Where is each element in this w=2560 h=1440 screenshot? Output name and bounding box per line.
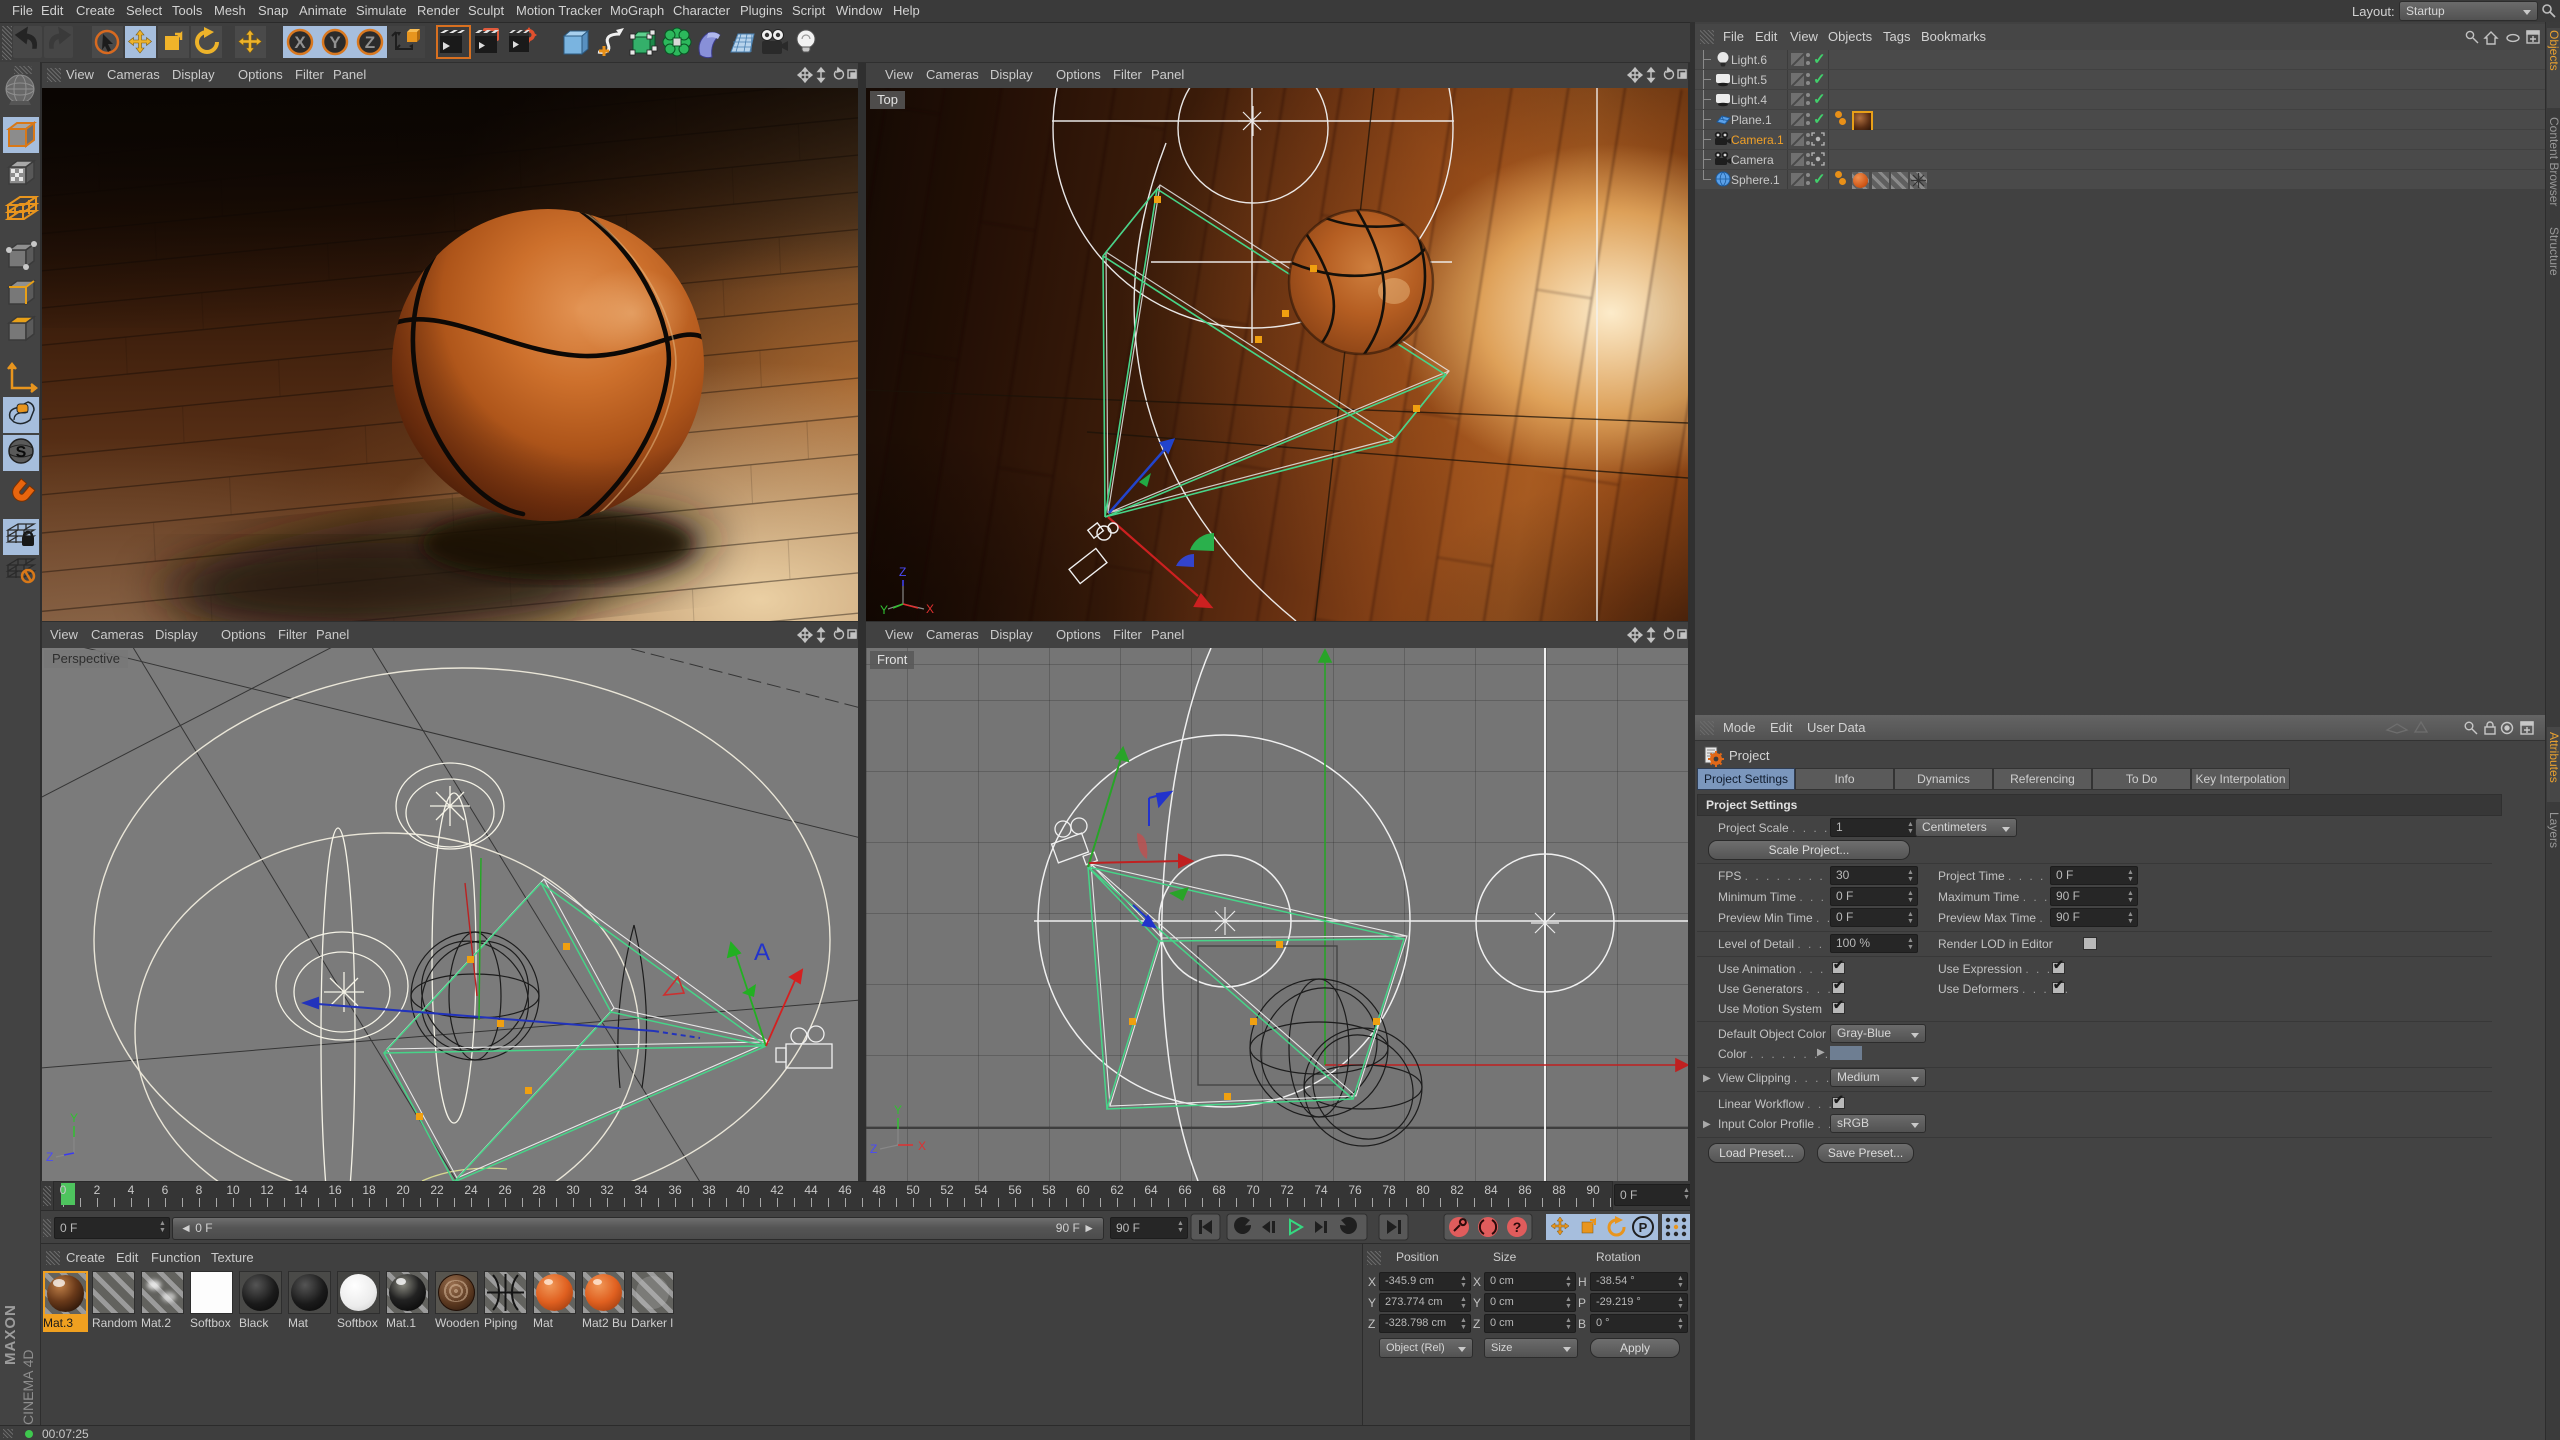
svg-text:S: S xyxy=(16,444,27,461)
svg-text:Z: Z xyxy=(46,1150,53,1164)
svg-text:Y: Y xyxy=(894,1103,902,1117)
svg-text:Z: Z xyxy=(365,33,375,52)
svg-text:X: X xyxy=(294,33,306,52)
svg-text:P: P xyxy=(1639,1220,1648,1235)
svg-text:Y: Y xyxy=(70,1111,78,1125)
svg-text:Z: Z xyxy=(899,565,906,579)
svg-text:A: A xyxy=(754,939,770,966)
svg-text:Y: Y xyxy=(329,33,341,52)
svg-text:X: X xyxy=(918,1139,926,1153)
svg-text:Y: Y xyxy=(880,603,888,617)
svg-text:Z: Z xyxy=(870,1142,877,1156)
svg-text:?: ? xyxy=(1513,1219,1522,1235)
svg-text:X: X xyxy=(926,602,934,616)
